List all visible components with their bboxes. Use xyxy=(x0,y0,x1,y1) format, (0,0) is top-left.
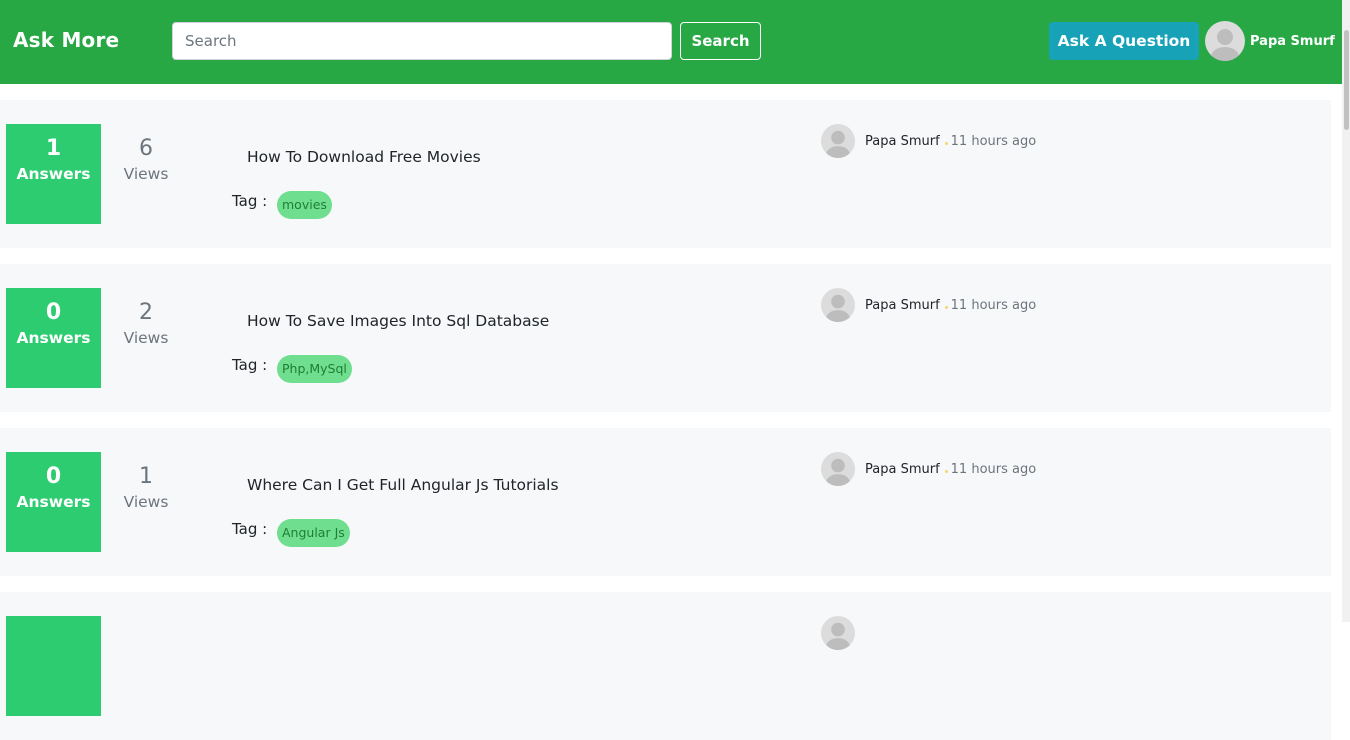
tag-badge[interactable]: Angular Js xyxy=(277,519,350,547)
author-avatar-icon[interactable] xyxy=(821,124,855,158)
user-menu[interactable]: Papa Smurf xyxy=(1205,21,1335,61)
views-count-box: 2 Views xyxy=(110,288,182,347)
views-count-box: 6 Views xyxy=(110,124,182,183)
views-count-box: 1 Views xyxy=(110,452,182,511)
question-card xyxy=(0,592,1331,740)
user-avatar-icon xyxy=(1205,21,1245,61)
separator-dot-icon xyxy=(944,141,948,145)
views-count: 1 xyxy=(139,464,153,489)
post-time: 11 hours ago xyxy=(950,461,1037,477)
question-meta: Papa Smurf 11 hours ago xyxy=(821,124,1036,158)
answers-count-box: 1 Answers xyxy=(6,124,101,224)
answers-label: Answers xyxy=(16,165,91,183)
tag-label: Tag : xyxy=(232,192,268,210)
answers-label: Answers xyxy=(16,329,91,347)
question-title-link[interactable]: How To Save Images Into Sql Database xyxy=(247,312,549,330)
views-label: Views xyxy=(123,165,169,183)
tag-label: Tag : xyxy=(232,356,268,374)
tag-badge[interactable]: movies xyxy=(277,191,332,219)
author-name[interactable]: Papa Smurf xyxy=(865,298,940,313)
question-meta xyxy=(821,616,855,650)
ask-question-button[interactable]: Ask A Question xyxy=(1049,22,1199,60)
post-time: 11 hours ago xyxy=(950,297,1037,313)
author-avatar-icon[interactable] xyxy=(821,616,855,650)
author-name[interactable]: Papa Smurf xyxy=(865,462,940,477)
page-scrollbar[interactable] xyxy=(1342,0,1350,622)
tag-badge[interactable]: Php,MySql xyxy=(277,355,352,383)
navbar: Ask More Search Ask A Question Papa Smur… xyxy=(0,0,1350,84)
question-meta: Papa Smurf 11 hours ago xyxy=(821,288,1036,322)
question-card: 0 Answers 1 Views Where Can I Get Full A… xyxy=(0,428,1331,576)
answers-count: 0 xyxy=(45,300,62,325)
separator-dot-icon xyxy=(944,469,948,473)
author-name[interactable]: Papa Smurf xyxy=(865,134,940,149)
views-count: 2 xyxy=(139,300,153,325)
answers-count-box: 0 Answers xyxy=(6,452,101,552)
answers-count: 1 xyxy=(45,136,62,161)
question-title-link[interactable]: How To Download Free Movies xyxy=(247,148,481,166)
author-avatar-icon[interactable] xyxy=(821,452,855,486)
views-label: Views xyxy=(123,493,169,511)
nav-username: Papa Smurf xyxy=(1250,33,1335,49)
views-count: 6 xyxy=(139,136,153,161)
answers-count-box: 0 Answers xyxy=(6,288,101,388)
brand-logo[interactable]: Ask More xyxy=(13,28,119,52)
question-title-link[interactable]: Where Can I Get Full Angular Js Tutorial… xyxy=(247,476,559,494)
answers-count-box xyxy=(6,616,101,716)
scrollbar-thumb[interactable] xyxy=(1344,30,1349,130)
tag-label: Tag : xyxy=(232,520,268,538)
question-meta: Papa Smurf 11 hours ago xyxy=(821,452,1036,486)
post-time: 11 hours ago xyxy=(950,133,1037,149)
question-card: 1 Answers 6 Views How To Download Free M… xyxy=(0,100,1331,248)
author-avatar-icon[interactable] xyxy=(821,288,855,322)
search-button[interactable]: Search xyxy=(680,22,761,60)
search-input[interactable] xyxy=(172,22,672,60)
question-card: 0 Answers 2 Views How To Save Images Int… xyxy=(0,264,1331,412)
views-label: Views xyxy=(123,329,169,347)
answers-count: 0 xyxy=(45,464,62,489)
separator-dot-icon xyxy=(944,305,948,309)
answers-label: Answers xyxy=(16,493,91,511)
